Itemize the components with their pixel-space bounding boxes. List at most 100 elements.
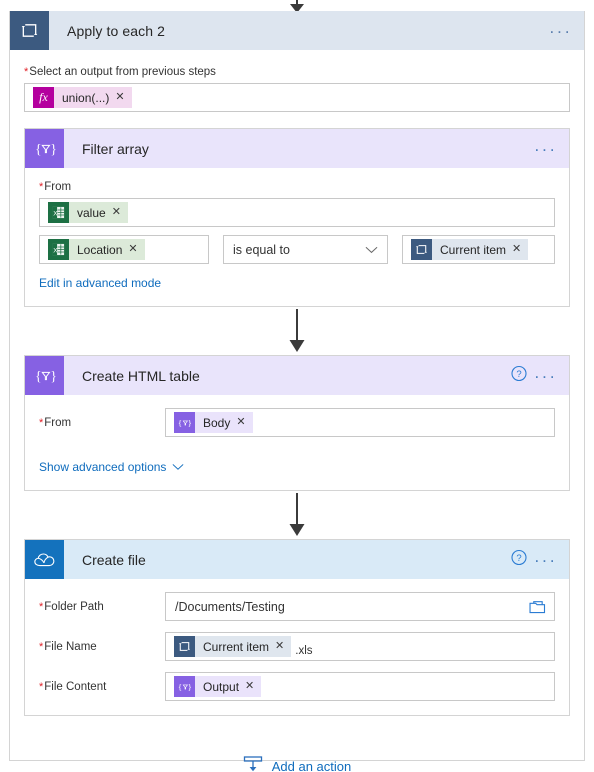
apply-to-each-card: Apply to each 2 ··· *Select an output fr… <box>9 11 585 772</box>
connector-filter-to-html <box>24 307 570 355</box>
token-remove-icon[interactable]: ✕ <box>245 681 254 692</box>
apply-to-each-title: Apply to each 2 <box>67 22 166 39</box>
create-html-table-menu-button[interactable]: ··· <box>534 367 557 384</box>
filter-array-title: Filter array <box>82 140 149 157</box>
braces-icon: { } <box>174 412 195 433</box>
select-output-input[interactable]: fx union(...) ✕ <box>24 83 570 112</box>
show-advanced-options-label: Show advanced options <box>39 460 167 474</box>
token-remove-icon[interactable]: ✕ <box>512 244 521 255</box>
flow-designer-canvas: Apply to each 2 ··· *Select an output fr… <box>0 0 594 772</box>
condition-right-input[interactable]: Current item ✕ <box>402 235 555 264</box>
token-label: union(...) <box>62 90 110 105</box>
filter-from-label: *From <box>39 181 72 193</box>
add-action-icon <box>243 756 263 772</box>
create-file-header[interactable]: Create file ? ··· <box>25 540 569 579</box>
create-file-card: Create file ? ··· *Folder Path /Document… <box>24 539 570 716</box>
token-remove-icon[interactable]: ✕ <box>112 207 121 218</box>
token-label: Current item <box>203 639 270 654</box>
add-action-label: Add an action <box>271 759 352 772</box>
required-indicator: * <box>24 66 29 78</box>
chevron-down-icon <box>365 246 378 253</box>
html-table-from-label: *From <box>39 416 72 429</box>
token-label: Body <box>203 415 231 430</box>
svg-text:?: ? <box>516 553 521 564</box>
condition-left-input[interactable]: X Location ✕ <box>39 235 209 264</box>
folder-path-input[interactable]: /Documents/Testing <box>165 592 555 621</box>
svg-text:{: { <box>178 419 182 428</box>
excel-icon: X <box>48 202 69 223</box>
required-indicator: * <box>39 680 44 693</box>
folder-path-label: *Folder Path <box>39 600 104 613</box>
create-html-table-card: { } Create HTML table ? ··· <box>24 355 570 491</box>
token-current-item[interactable]: Current item ✕ <box>411 239 529 260</box>
filter-array-card: { } Filter array ··· *From <box>24 128 570 307</box>
help-icon[interactable]: ? <box>511 365 527 386</box>
loop-icon <box>411 239 432 260</box>
loop-icon <box>174 636 195 657</box>
create-file-body: *Folder Path /Documents/Testing *File Na… <box>25 579 569 715</box>
condition-operator-select[interactable]: is equal to <box>223 235 388 264</box>
chevron-down-icon <box>172 464 184 470</box>
token-union[interactable]: fx union(...) ✕ <box>33 87 132 108</box>
file-name-row: *File Name Current item ✕ .xls <box>39 632 555 661</box>
token-remove-icon[interactable]: ✕ <box>128 244 137 255</box>
create-file-menu-button[interactable]: ··· <box>534 551 557 568</box>
condition-operator-value: is equal to <box>233 242 290 257</box>
svg-text:}: } <box>50 141 56 156</box>
svg-text:}: } <box>187 419 191 428</box>
filter-array-header[interactable]: { } Filter array ··· <box>25 129 569 168</box>
filter-from-input[interactable]: X value ✕ <box>39 198 555 227</box>
file-content-row: *File Content { } Output ✕ <box>39 672 555 701</box>
svg-text:}: } <box>50 368 56 383</box>
token-current-item[interactable]: Current item ✕ <box>174 636 292 657</box>
html-table-from-input[interactable]: { } Body ✕ <box>165 408 555 437</box>
onedrive-cloud-icon <box>25 540 64 579</box>
required-indicator: * <box>39 416 44 429</box>
svg-text:{: { <box>35 368 41 383</box>
svg-text:}: } <box>187 683 191 692</box>
svg-text:X: X <box>53 210 58 217</box>
create-html-table-title: Create HTML table <box>82 367 200 384</box>
file-name-label: *File Name <box>39 640 97 653</box>
token-label: Current item <box>440 242 507 257</box>
filter-condition-row: X Location ✕ is equal to Current item ✕ <box>39 235 555 264</box>
svg-text:{: { <box>35 141 41 156</box>
svg-text:{: { <box>178 683 182 692</box>
show-advanced-options-link[interactable]: Show advanced options <box>39 460 184 474</box>
filter-braces-icon: { } <box>25 356 64 395</box>
token-location[interactable]: X Location ✕ <box>48 239 145 260</box>
file-content-input[interactable]: { } Output ✕ <box>165 672 555 701</box>
token-remove-icon[interactable]: ✕ <box>236 417 245 428</box>
fx-icon: fx <box>33 87 54 108</box>
loop-icon <box>10 11 49 50</box>
folder-path-row: *Folder Path /Documents/Testing <box>39 592 555 621</box>
create-html-table-header[interactable]: { } Create HTML table ? ··· <box>25 356 569 395</box>
filter-braces-icon: { } <box>25 129 64 168</box>
token-remove-icon[interactable]: ✕ <box>115 92 124 103</box>
apply-to-each-header[interactable]: Apply to each 2 ··· <box>10 11 584 50</box>
file-content-label: *File Content <box>39 680 107 693</box>
file-extension-text: .xls <box>295 645 313 657</box>
edit-advanced-mode-link[interactable]: Edit in advanced mode <box>39 276 161 290</box>
help-icon[interactable]: ? <box>511 549 527 570</box>
apply-to-each-menu-button[interactable]: ··· <box>549 22 572 39</box>
select-output-label: *Select an output from previous steps <box>24 66 216 78</box>
folder-picker-icon[interactable] <box>529 600 550 614</box>
token-output[interactable]: { } Output ✕ <box>174 676 262 697</box>
token-value[interactable]: X value ✕ <box>48 202 128 223</box>
excel-icon: X <box>48 239 69 260</box>
required-indicator: * <box>39 640 44 653</box>
token-remove-icon[interactable]: ✕ <box>275 641 284 652</box>
add-action-button[interactable]: Add an action <box>24 756 570 772</box>
token-label: value <box>77 205 106 220</box>
token-body[interactable]: { } Body ✕ <box>174 412 253 433</box>
create-file-title: Create file <box>82 551 146 568</box>
filter-array-body: *From X value ✕ X Location ✕ is equal to… <box>25 168 569 306</box>
file-name-input[interactable]: Current item ✕ .xls <box>165 632 555 661</box>
html-table-from-row: *From { } Body ✕ <box>39 408 555 437</box>
filter-array-menu-button[interactable]: ··· <box>534 140 557 157</box>
token-label: Location <box>77 242 123 257</box>
token-label: Output <box>203 679 240 694</box>
connector-html-to-file <box>24 491 570 539</box>
create-html-table-body: *From { } Body ✕ Show advanced options <box>25 395 569 490</box>
